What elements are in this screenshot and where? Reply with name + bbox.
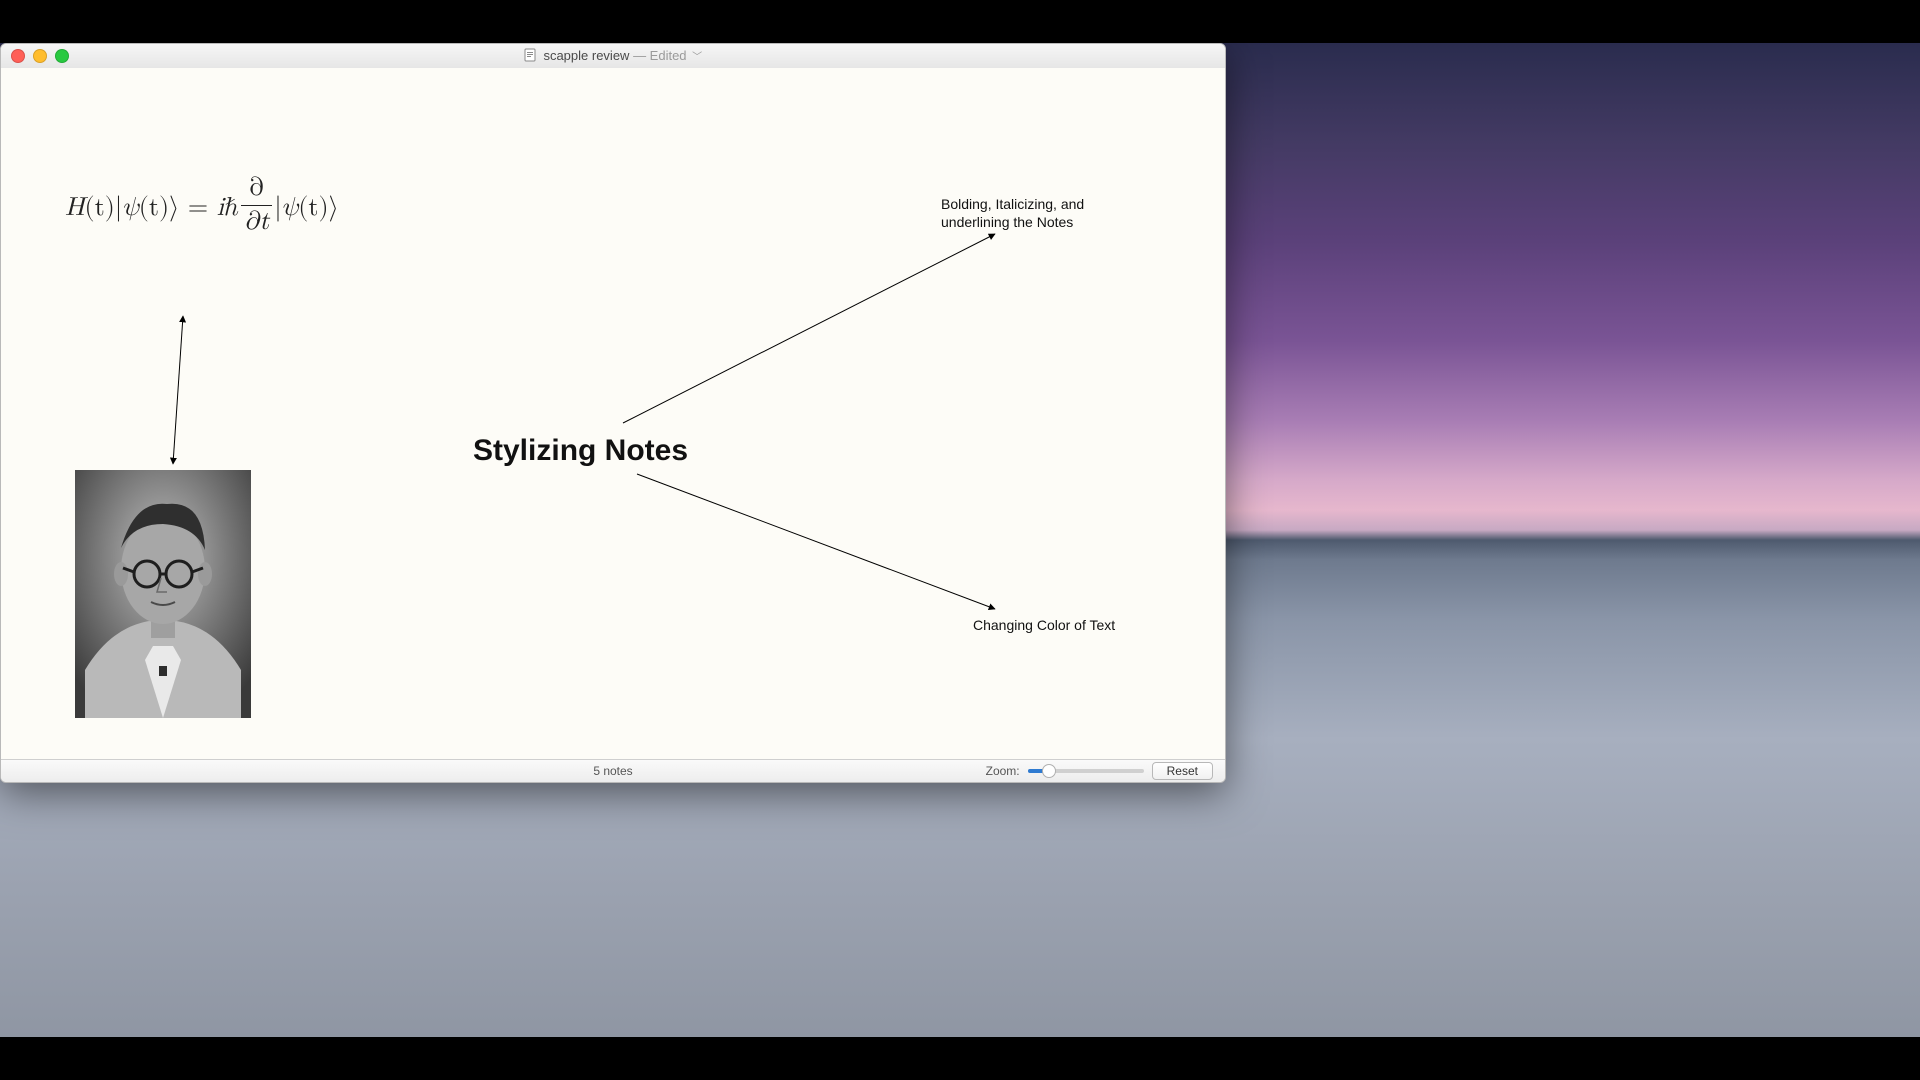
note-equation[interactable]: H(t)|ψ(t)⟩ = iℏ∂∂t|ψ(t)⟩ [65, 173, 339, 238]
note-count: 5 notes [593, 764, 632, 778]
eq-t2: (t) [139, 195, 169, 221]
window-minimize-button[interactable] [33, 49, 47, 63]
eq-ket-open1: | [115, 195, 122, 221]
canvas[interactable]: H(t)|ψ(t)⟩ = iℏ∂∂t|ψ(t)⟩ Stylizing Notes… [1, 68, 1225, 760]
zoom-slider[interactable] [1028, 769, 1144, 773]
eq-ket-close2: ⟩ [329, 195, 339, 221]
eq-H: H [65, 195, 85, 221]
window-close-button[interactable] [11, 49, 25, 63]
eq-ket-close1: ⟩ [169, 195, 179, 221]
zoom-label: Zoom: [986, 764, 1020, 778]
eq-equals: = [179, 195, 217, 221]
note-changing-color[interactable]: Changing Color of Text [973, 617, 1115, 635]
eq-ket-open2: | [274, 195, 281, 221]
window-zoom-button[interactable] [55, 49, 69, 63]
zoom-reset-button[interactable]: Reset [1152, 762, 1213, 780]
eq-t1: (t) [85, 195, 115, 221]
chevron-down-icon[interactable]: ﹀ [692, 52, 702, 63]
window-title: scapple review — Edited ﹀ [1, 48, 1225, 65]
eq-psi1: ψ [122, 195, 139, 221]
note-image-portrait[interactable] [75, 470, 251, 718]
connection-center-to-topright [623, 234, 995, 423]
eq-partial-num: ∂ [241, 173, 272, 206]
titlebar[interactable]: scapple review — Edited ﹀ [1, 44, 1225, 69]
app-window: scapple review — Edited ﹀ [0, 43, 1226, 783]
note-stylizing-notes[interactable]: Stylizing Notes [473, 432, 688, 470]
eq-i: i [217, 195, 224, 221]
document-name: scapple review [543, 48, 629, 63]
eq-partial-den: ∂t [241, 206, 272, 238]
eq-fraction: ∂∂t [241, 173, 272, 238]
connection-center-to-bottomright [637, 474, 995, 609]
status-bar: 5 notes Zoom: Reset [1, 759, 1225, 782]
eq-psi2: ψ [282, 195, 299, 221]
eq-t3: (t) [298, 195, 328, 221]
connection-photo-equation [173, 316, 183, 464]
doc-icon [524, 48, 536, 65]
zoom-slider-thumb[interactable] [1042, 764, 1056, 778]
eq-hbar: ℏ [224, 195, 239, 221]
edited-indicator: — Edited [629, 48, 686, 63]
note-bold-italic-underline[interactable]: Bolding, Italicizing, and underlining th… [941, 196, 1141, 231]
